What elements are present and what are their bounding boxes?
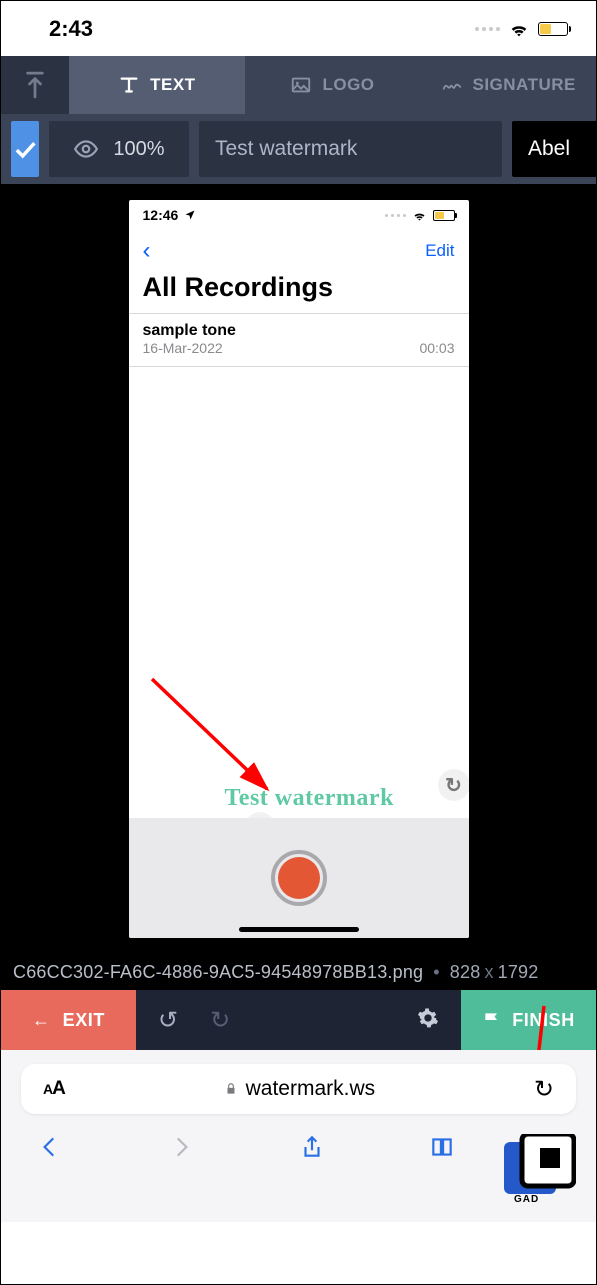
tab-text[interactable]: TEXT (69, 56, 245, 114)
recording-date: 16-Mar-2022 (143, 340, 223, 356)
inner-record-area (129, 818, 469, 938)
file-info-bar: C66CC302-FA6C-4886-9AC5-94548978BB13.png… (1, 954, 596, 990)
home-indicator (239, 927, 359, 932)
battery-icon (538, 22, 568, 36)
undo-button[interactable]: ↺ (158, 1006, 178, 1035)
device-status-bar: 2:43 (1, 1, 596, 56)
opacity-control[interactable]: 100% (49, 121, 189, 177)
tab-signature[interactable]: SIGNATURE (420, 56, 596, 114)
nav-forward-button[interactable] (168, 1134, 194, 1165)
finish-button[interactable]: FINISH (461, 990, 596, 1050)
wifi-icon (508, 18, 530, 40)
inner-title: All Recordings (129, 272, 469, 313)
text-size-button[interactable]: AA (43, 1078, 65, 1100)
inner-cell-dots (385, 214, 406, 217)
redo-button[interactable]: ↻ (210, 1006, 230, 1035)
lock-icon (224, 1082, 238, 1096)
action-bar: ← EXIT ↺ ↻ FINISH (1, 990, 596, 1050)
tab-logo-label: LOGO (322, 75, 374, 95)
record-button (271, 850, 327, 906)
file-name: C66CC302-FA6C-4886-9AC5-94548978BB13.png (13, 962, 423, 983)
bookmarks-button[interactable] (429, 1134, 455, 1165)
nav-back-button[interactable] (37, 1134, 63, 1165)
brand-logo: GAD (496, 1134, 576, 1204)
target-image[interactable]: 12:46 ‹ Edit All Recordings (129, 200, 469, 938)
dimension-x: x (484, 962, 493, 983)
inner-time: 12:46 (143, 207, 179, 223)
font-select[interactable]: Abel (512, 121, 597, 177)
editor-canvas[interactable]: 12:46 ‹ Edit All Recordings (1, 184, 596, 954)
recording-name: sample tone (143, 322, 236, 340)
recording-duration: 00:03 (419, 340, 454, 356)
font-name: Abel (528, 137, 570, 161)
text-controls: 100% Abel (1, 114, 596, 184)
inner-wifi-icon (412, 208, 427, 223)
watermark-rotate-handle[interactable]: ↻ (439, 770, 469, 800)
eye-icon (73, 136, 99, 162)
tab-text-label: TEXT (150, 75, 195, 95)
share-button[interactable] (299, 1134, 325, 1165)
inner-back-button: ‹ (143, 237, 151, 265)
page-url[interactable]: watermark.ws (224, 1077, 376, 1101)
svg-text:GAD: GAD (514, 1194, 539, 1204)
opacity-value: 100% (113, 138, 164, 161)
file-height: 1792 (498, 962, 539, 983)
safari-chrome: AA watermark.ws ↻ GAD (1, 1050, 596, 1222)
reload-button[interactable]: ↻ (534, 1075, 554, 1104)
inner-battery-icon (433, 210, 455, 221)
tab-logo[interactable]: LOGO (245, 56, 421, 114)
finish-label: FINISH (512, 1010, 575, 1031)
watermark-tabs: TEXT LOGO SIGNATURE (1, 56, 596, 114)
arrow-left-icon: ← (32, 1010, 51, 1031)
watermark-overlay[interactable]: Test watermark (225, 785, 394, 812)
address-bar[interactable]: AA watermark.ws ↻ (21, 1064, 576, 1114)
tab-signature-label: SIGNATURE (473, 75, 576, 95)
inner-status-bar: 12:46 (129, 200, 469, 230)
apply-check-button[interactable] (11, 121, 39, 177)
settings-button[interactable] (417, 1007, 439, 1034)
location-icon (184, 209, 196, 221)
watermark-text-input[interactable] (199, 121, 502, 177)
inner-edit-button: Edit (425, 241, 454, 261)
device-time: 2:43 (49, 16, 93, 42)
divider (129, 366, 469, 367)
cell-signal-dots (475, 27, 500, 31)
back-button[interactable] (1, 56, 69, 114)
recording-row: sample tone 16-Mar-2022 00:03 (129, 314, 469, 366)
exit-label: EXIT (63, 1010, 105, 1031)
file-width: 828 (450, 962, 481, 983)
exit-button[interactable]: ← EXIT (1, 990, 136, 1050)
flag-icon (482, 1010, 502, 1030)
